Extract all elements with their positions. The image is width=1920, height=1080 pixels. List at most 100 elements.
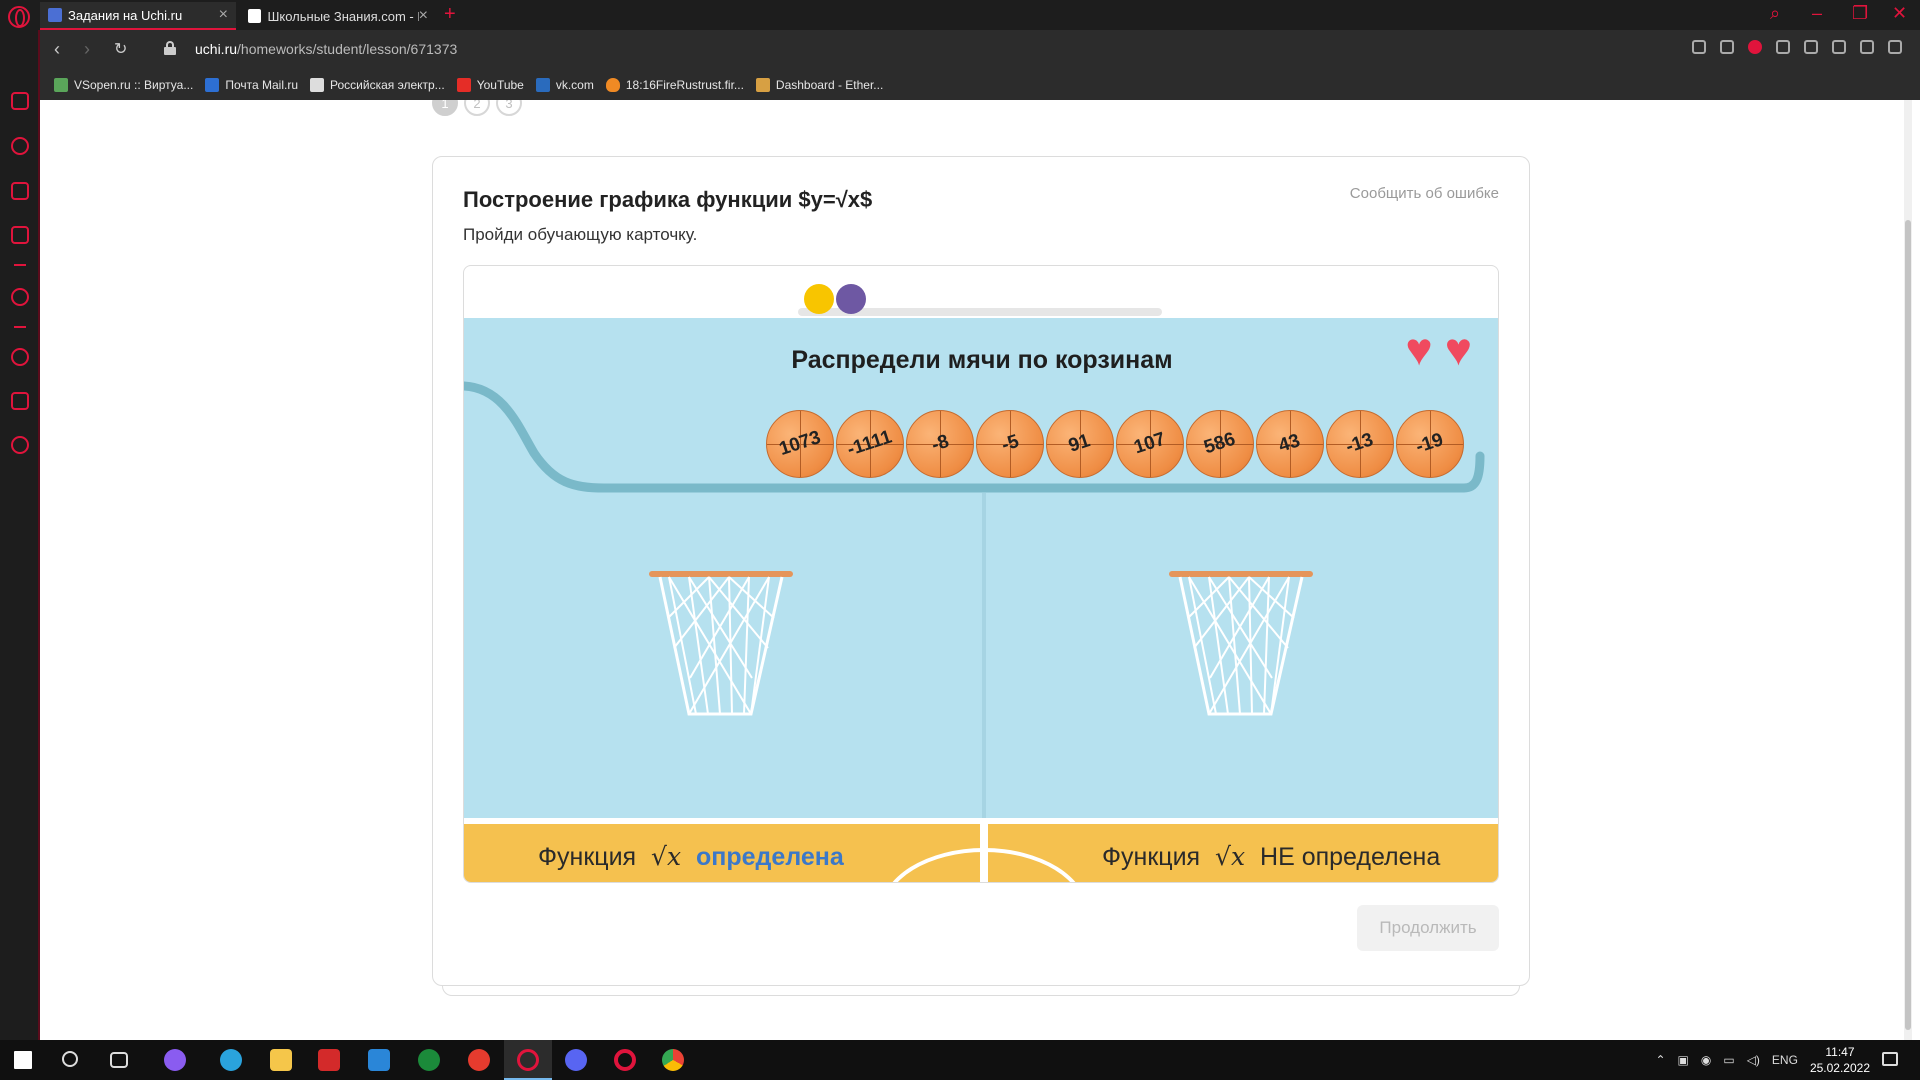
tab-uchi[interactable]: Задания на Uchi.ru × [40, 2, 236, 30]
forward-icon[interactable]: › [84, 39, 90, 60]
history-icon[interactable] [11, 348, 29, 366]
vk-icon [535, 78, 550, 92]
label-not-defined: Функция √x НЕ определена [1102, 842, 1440, 872]
extensions-icon[interactable] [1832, 40, 1846, 54]
court-graphics [464, 381, 1485, 818]
yandex-browser-icon[interactable] [468, 1049, 490, 1071]
opera-gx-taskbar-icon[interactable] [517, 1049, 539, 1071]
alice-icon[interactable] [164, 1049, 186, 1071]
search-tabs-icon[interactable]: ⌕ [1770, 3, 1780, 24]
fps-monitor-icon[interactable] [418, 1049, 440, 1071]
reload-icon[interactable]: ↻ [114, 39, 127, 59]
opera-logo-icon[interactable] [8, 6, 30, 28]
download-icon[interactable] [1860, 40, 1874, 54]
bookmark-mail[interactable]: Почта Mail.ru [205, 78, 298, 92]
heart-icon[interactable] [1804, 40, 1818, 54]
opera-icon[interactable] [614, 1049, 636, 1071]
steam-icon[interactable]: ◉ [1701, 1053, 1711, 1067]
youtube-icon [456, 78, 471, 92]
ball-number: 1073 [776, 427, 824, 461]
minimize-icon[interactable]: – [1812, 3, 1822, 24]
mail-app-icon[interactable] [368, 1049, 390, 1071]
library-icon [310, 78, 325, 92]
basketball[interactable]: 107 [1116, 410, 1184, 478]
snapshot-icon[interactable] [1720, 40, 1734, 54]
windows-start-icon[interactable] [14, 1051, 32, 1069]
basketball[interactable]: 43 [1256, 410, 1324, 478]
scrollbar-thumb[interactable] [1905, 220, 1911, 1030]
player-icon[interactable] [11, 288, 29, 306]
cube-icon[interactable] [11, 392, 29, 410]
basket-right[interactable] [1169, 571, 1313, 716]
lesson-steps: 1 2 3 [432, 100, 522, 116]
tray-expand-icon[interactable]: ⌃ [1655, 1053, 1665, 1067]
lesson-title: Построение графика функции $y=√x$ [463, 187, 873, 212]
language-indicator[interactable]: ENG [1772, 1053, 1798, 1067]
tab-title: Школьные Знания.com - Г [267, 8, 419, 24]
ball-number: 43 [1276, 430, 1304, 457]
tray-app-icon[interactable]: ▣ [1678, 1053, 1689, 1067]
gamepad-icon[interactable] [11, 92, 29, 110]
twitch-icon[interactable] [11, 226, 29, 244]
network-icon[interactable]: ▭ [1723, 1053, 1734, 1067]
restore-icon[interactable]: ❐ [1852, 3, 1868, 24]
bookmark-vsopen[interactable]: VSopen.ru :: Виртуа... [54, 78, 193, 92]
vsopen-icon [54, 78, 68, 92]
step-1[interactable]: 1 [432, 100, 458, 116]
store-icon[interactable] [11, 182, 29, 200]
task-view-icon[interactable] [110, 1052, 128, 1068]
close-window-icon[interactable]: ✕ [1892, 3, 1907, 24]
ball-number: 107 [1131, 428, 1169, 459]
basketball[interactable]: 91 [1046, 410, 1114, 478]
lives-indicator: ♥ ♥ [1405, 326, 1472, 372]
bookmark-firerust[interactable]: 18:16FireRustrust.fir... [605, 78, 744, 92]
settings-icon[interactable] [11, 436, 29, 454]
back-icon[interactable]: ‹ [54, 39, 60, 60]
chrome-icon[interactable] [662, 1049, 684, 1071]
url-field[interactable]: uchi.ru/homeworks/student/lesson/671373 [195, 41, 457, 57]
bookmark-vk[interactable]: vk.com [535, 78, 594, 92]
close-tab-icon[interactable]: × [219, 6, 228, 24]
close-tab-icon[interactable]: × [419, 7, 428, 25]
share-icon[interactable] [1692, 40, 1706, 54]
menu-icon[interactable] [1888, 40, 1902, 54]
new-tab-icon[interactable]: + [444, 3, 456, 26]
report-error-link[interactable]: Сообщить об ошибке [1350, 185, 1499, 202]
search-icon[interactable] [62, 1051, 78, 1067]
basketball[interactable]: 586 [1186, 410, 1254, 478]
adblock-icon[interactable] [1748, 40, 1762, 54]
court-floor: Функция √x определена Функция √x НЕ опре… [464, 818, 1498, 882]
basketball[interactable]: -8 [906, 410, 974, 478]
continue-button[interactable]: Продолжить [1357, 905, 1499, 951]
volume-icon[interactable]: ◁) [1747, 1053, 1760, 1067]
lock-icon[interactable] [164, 41, 176, 55]
label-prefix: Функция [538, 843, 637, 871]
basketball[interactable]: -13 [1326, 410, 1394, 478]
telegram-icon[interactable] [220, 1049, 242, 1071]
bookmark-youtube[interactable]: YouTube [456, 78, 524, 92]
tab-title: Задания на Uchi.ru [68, 7, 183, 23]
speed-dial-icon[interactable] [11, 137, 29, 155]
basketball[interactable]: -1111 [836, 410, 904, 478]
page-scrollbar[interactable] [1904, 100, 1912, 1040]
basketball[interactable]: -19 [1396, 410, 1464, 478]
basket-left[interactable] [649, 571, 793, 716]
windows-taskbar: ⌃ ▣ ◉ ▭ ◁) ENG 11:47 25.02.2022 [0, 1040, 1920, 1080]
step-2[interactable]: 2 [464, 100, 490, 116]
znaniya-favicon-icon [248, 9, 262, 23]
send-icon[interactable] [1776, 40, 1790, 54]
bookmark-ethermine[interactable]: Dashboard - Ether... [755, 78, 883, 92]
basketball[interactable]: 1073 [766, 410, 834, 478]
basketball[interactable]: -5 [976, 410, 1044, 478]
file-explorer-icon[interactable] [270, 1049, 292, 1071]
aida64-icon[interactable] [318, 1049, 340, 1071]
discord-icon[interactable] [565, 1049, 587, 1071]
notifications-icon[interactable] [1882, 1052, 1898, 1066]
step-3[interactable]: 3 [496, 100, 522, 116]
url-path: /homeworks/student/lesson/671373 [237, 41, 458, 57]
clock[interactable]: 11:47 25.02.2022 [1810, 1044, 1870, 1076]
bookmark-rsl[interactable]: Российская электр... [310, 78, 445, 92]
tab-znaniya[interactable]: Школьные Знания.com - Г × [240, 2, 436, 30]
sqrt-symbol: √x [1215, 842, 1246, 871]
page-content: 1 2 3 Построение графика функции $y=√x$ … [42, 100, 1912, 1040]
